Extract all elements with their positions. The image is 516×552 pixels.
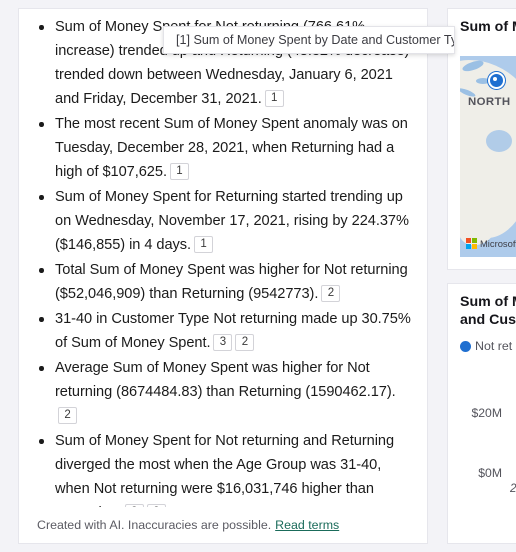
bar-card-title-line-1: Sum of M: [460, 294, 516, 310]
map-visual-card[interactable]: Sum of M NORTH Microsoft © 2: [447, 8, 516, 270]
map-card-title: Sum of M: [460, 19, 516, 35]
map-region-label: NORTH: [468, 96, 511, 108]
insights-list: Sum of Money Spent for Not returning (76…: [27, 15, 417, 507]
page-left-gutter: [0, 0, 18, 552]
insight-text: 31-40 in Customer Type Not returning mad…: [55, 311, 411, 351]
visual-reference-tooltip: [1] Sum of Money Spent by Date and Custo…: [163, 26, 455, 54]
insights-footer: Created with AI. Inaccuracies are possib…: [19, 507, 427, 543]
read-terms-link[interactable]: Read terms: [275, 518, 339, 532]
chart-plot-area: $20M $0M 2: [448, 396, 516, 509]
list-item[interactable]: Sum of Money Spent for Not returning and…: [27, 429, 417, 507]
list-item[interactable]: Average Sum of Money Spent was higher fo…: [27, 356, 417, 428]
microsoft-logo-icon: [466, 238, 477, 249]
attribution-label: Microsoft: [480, 238, 516, 249]
map-canvas[interactable]: NORTH Microsoft © 2: [460, 56, 516, 257]
legend-label: Not ret: [475, 339, 513, 353]
citation-badge[interactable]: 1: [169, 163, 189, 180]
insight-text: Average Sum of Money Spent was higher fo…: [55, 360, 396, 400]
citation-badge[interactable]: 2: [321, 285, 341, 302]
citation-badge[interactable]: 1: [194, 236, 214, 253]
list-item[interactable]: Sum of Money Spent for Returning started…: [27, 185, 417, 257]
tooltip-text: [1] Sum of Money Spent by Date and Custo…: [176, 33, 455, 47]
x-axis-tick-label: 2: [510, 482, 516, 495]
microsoft-attribution: Microsoft: [466, 238, 516, 249]
insight-text: The most recent Sum of Money Spent anoma…: [55, 116, 408, 180]
citation-badge[interactable]: 1: [264, 90, 284, 107]
citation-badge[interactable]: 2: [235, 334, 255, 351]
citation-badge[interactable]: 2: [58, 407, 77, 424]
y-axis-tick-label: $20M: [471, 406, 503, 420]
water-feature: [486, 130, 512, 152]
ai-disclaimer: Created with AI. Inaccuracies are possib…: [37, 518, 272, 532]
map-bubble-marker[interactable]: [488, 72, 505, 89]
bar-card-title-line-2: and Cust: [460, 312, 516, 328]
y-axis-tick-label: $0M: [478, 466, 502, 480]
insight-text: Sum of Money Spent for Returning started…: [55, 189, 409, 253]
citation-badge[interactable]: 3: [213, 334, 233, 351]
list-item[interactable]: Total Sum of Money Spent was higher for …: [27, 258, 417, 306]
bar-card-title: Sum of M and Cust: [448, 284, 516, 329]
insights-scroll-area[interactable]: Sum of Money Spent for Not returning (76…: [19, 9, 427, 507]
bar-chart-card[interactable]: Sum of M and Cust Not ret $20M $0M 2: [447, 283, 516, 544]
smart-narrative-panel: Sum of Money Spent for Not returning (76…: [18, 8, 428, 544]
list-item[interactable]: 31-40 in Customer Type Not returning mad…: [27, 307, 417, 355]
insight-text: Sum of Money Spent for Not returning and…: [55, 433, 395, 507]
list-item[interactable]: The most recent Sum of Money Spent anoma…: [27, 112, 417, 184]
legend-swatch-icon: [460, 340, 471, 352]
chart-legend[interactable]: Not ret: [448, 329, 516, 353]
insight-text: Total Sum of Money Spent was higher for …: [55, 262, 408, 302]
